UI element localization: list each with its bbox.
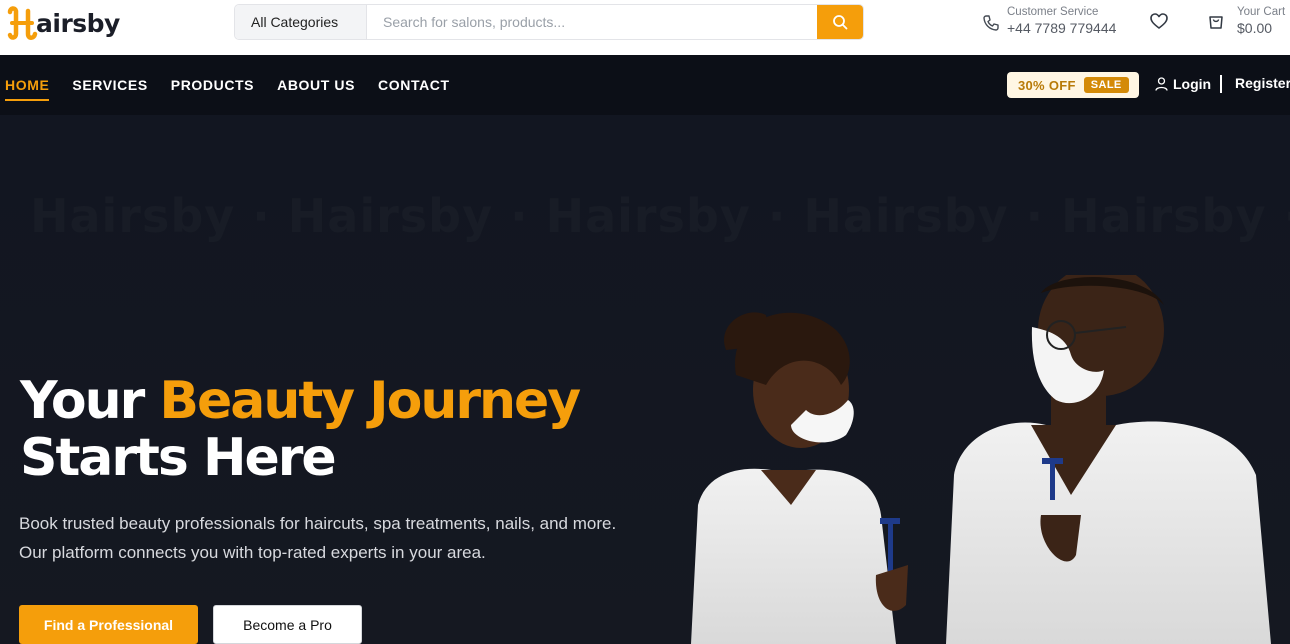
phone-icon bbox=[983, 15, 999, 31]
find-professional-button[interactable]: Find a Professional bbox=[19, 605, 198, 644]
logo-text: airsby bbox=[36, 8, 120, 38]
hero-title-line2: Starts Here bbox=[20, 428, 337, 488]
logo[interactable]: airsby bbox=[4, 4, 120, 42]
login-label: Login bbox=[1173, 76, 1212, 92]
cart[interactable]: Your Cart $0.00 bbox=[1207, 5, 1285, 37]
nav-item-home[interactable]: HOME bbox=[5, 55, 50, 115]
nav-item-products[interactable]: PRODUCTS bbox=[171, 55, 254, 115]
promo-text: 30% OFF bbox=[1018, 77, 1076, 93]
hero-title: Your Beauty Journey Starts Here bbox=[20, 371, 581, 488]
nav-menu: HOME SERVICES PRODUCTS ABOUT US CONTACT bbox=[5, 55, 473, 115]
hero-section: Hairsby · Hairsby · Hairsby · Hairsby · … bbox=[0, 115, 1290, 644]
hero-title-accent: Beauty Journey bbox=[159, 371, 581, 431]
user-icon bbox=[1155, 77, 1168, 91]
hero-watermark: Hairsby · Hairsby · Hairsby · Hairsby · … bbox=[30, 189, 1290, 243]
heart-icon[interactable] bbox=[1149, 11, 1169, 31]
customer-service-label: Customer Service bbox=[1007, 6, 1099, 18]
customer-service-phone[interactable]: +44 7789 779444 bbox=[1007, 19, 1116, 37]
sale-badge: SALE bbox=[1083, 77, 1129, 93]
cart-label: Your Cart bbox=[1237, 6, 1286, 18]
customer-service[interactable]: Customer Service +44 7789 779444 bbox=[982, 5, 1116, 37]
hero-title-plain: Your bbox=[20, 371, 160, 431]
promo-banner[interactable]: 30% OFF SALE bbox=[1007, 72, 1139, 98]
search-input[interactable] bbox=[367, 5, 817, 39]
nav-item-services[interactable]: SERVICES bbox=[72, 55, 147, 115]
top-bar: airsby All Categories Customer Service +… bbox=[0, 0, 1290, 55]
become-pro-button[interactable]: Become a Pro bbox=[213, 605, 362, 644]
category-select[interactable]: All Categories bbox=[235, 5, 367, 39]
nav-item-contact[interactable]: CONTACT bbox=[378, 55, 450, 115]
search-bar: All Categories bbox=[234, 4, 864, 40]
register-link[interactable]: Register bbox=[1235, 75, 1290, 91]
search-button[interactable] bbox=[817, 5, 863, 39]
search-icon bbox=[833, 15, 848, 30]
hero-image bbox=[691, 275, 1271, 644]
login-link[interactable]: Login bbox=[1155, 76, 1211, 92]
nav-item-about-us[interactable]: ABOUT US bbox=[277, 55, 355, 115]
auth-divider bbox=[1220, 75, 1222, 93]
cart-icon bbox=[1209, 16, 1223, 29]
cart-amount: $0.00 bbox=[1237, 20, 1273, 36]
hero-description: Book trusted beauty professionals for ha… bbox=[19, 514, 617, 562]
